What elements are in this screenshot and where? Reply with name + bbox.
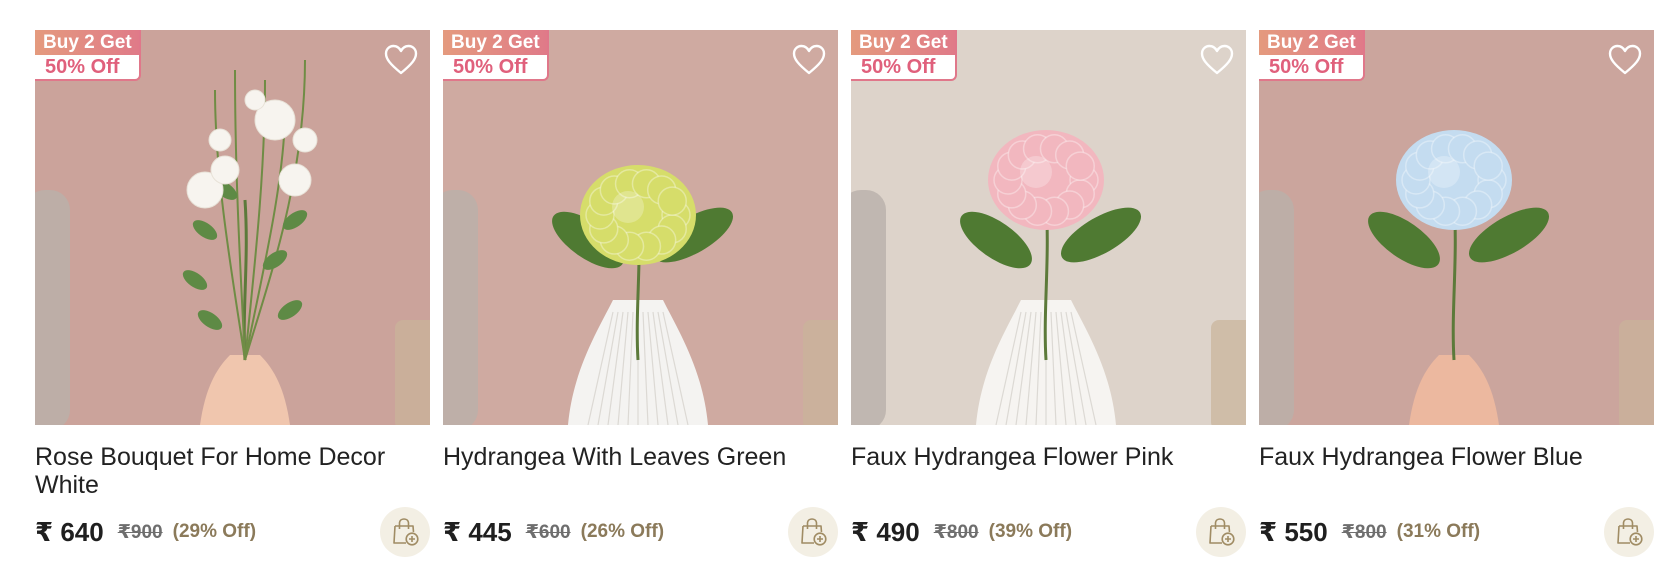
- add-to-cart-button[interactable]: [380, 507, 430, 557]
- product-image[interactable]: Buy 2 Get 50% Off: [35, 30, 430, 425]
- discount-percent: (26% Off): [580, 521, 665, 542]
- product-card[interactable]: Buy 2 Get 50% Off Faux Hydrangea Flower …: [851, 30, 1246, 557]
- product-photo: [443, 30, 838, 425]
- add-to-cart-button[interactable]: [788, 507, 838, 557]
- offer-badge-line1: Buy 2 Get: [35, 30, 139, 55]
- discount-percent: (29% Off): [172, 521, 257, 542]
- product-price: ₹ 490: [851, 516, 920, 547]
- heart-outline-icon[interactable]: [1200, 44, 1234, 76]
- heart-outline-icon[interactable]: [384, 44, 418, 76]
- product-price: ₹ 640: [35, 516, 104, 547]
- heart-outline-icon[interactable]: [792, 44, 826, 76]
- product-photo: [35, 30, 430, 425]
- discount-percent: (39% Off): [988, 521, 1073, 542]
- offer-badge-line1: Buy 2 Get: [1259, 30, 1363, 55]
- discount-percent: (31% Off): [1396, 521, 1481, 542]
- add-to-cart-button[interactable]: [1604, 507, 1654, 557]
- offer-badge-line2: 50% Off: [861, 56, 936, 78]
- original-price: ₹900: [117, 521, 163, 543]
- product-price: ₹ 550: [1259, 516, 1328, 547]
- product-photo: [1259, 30, 1654, 425]
- product-price: ₹ 445: [443, 516, 512, 547]
- product-photo: [851, 30, 1246, 425]
- shopping-bag-plus-icon: [1617, 518, 1643, 546]
- product-card[interactable]: Buy 2 Get 50% Off Faux Hydrangea Flower …: [1259, 30, 1654, 557]
- offer-badge-line1: Buy 2 Get: [851, 30, 955, 55]
- offer-badge-line2: 50% Off: [45, 56, 120, 78]
- price-row: ₹ 550 ₹800 (31% Off): [1259, 507, 1654, 557]
- shopping-bag-plus-icon: [393, 518, 419, 546]
- price-row: ₹ 640 ₹900 (29% Off): [35, 507, 430, 557]
- price-row: ₹ 490 ₹800 (39% Off): [851, 507, 1246, 557]
- offer-badge-line2: 50% Off: [453, 56, 528, 78]
- product-image[interactable]: Buy 2 Get 50% Off: [851, 30, 1246, 425]
- offer-badge-line1: Buy 2 Get: [443, 30, 547, 55]
- original-price: ₹800: [933, 521, 979, 543]
- product-card[interactable]: Buy 2 Get 50% Off Hydrangea With Leaves …: [443, 30, 838, 557]
- add-to-cart-button[interactable]: [1196, 507, 1246, 557]
- product-title[interactable]: Hydrangea With Leaves Green: [443, 443, 838, 499]
- product-card[interactable]: Buy 2 Get 50% Off Rose Bouquet For Home …: [35, 30, 430, 557]
- offer-badge-line2: 50% Off: [1269, 56, 1344, 78]
- offer-badge: Buy 2 Get 50% Off: [443, 30, 549, 81]
- offer-badge: Buy 2 Get 50% Off: [851, 30, 957, 81]
- heart-outline-icon[interactable]: [1608, 44, 1642, 76]
- original-price: ₹800: [1341, 521, 1387, 543]
- product-image[interactable]: Buy 2 Get 50% Off: [1259, 30, 1654, 425]
- product-title[interactable]: Rose Bouquet For Home Decor White: [35, 443, 430, 499]
- product-grid: Buy 2 Get 50% Off Rose Bouquet For Home …: [35, 30, 1654, 557]
- price-row: ₹ 445 ₹600 (26% Off): [443, 507, 838, 557]
- offer-badge: Buy 2 Get 50% Off: [35, 30, 141, 81]
- product-title[interactable]: Faux Hydrangea Flower Blue: [1259, 443, 1654, 499]
- offer-badge: Buy 2 Get 50% Off: [1259, 30, 1365, 81]
- product-title[interactable]: Faux Hydrangea Flower Pink: [851, 443, 1246, 499]
- shopping-bag-plus-icon: [801, 518, 827, 546]
- original-price: ₹600: [525, 521, 571, 543]
- product-image[interactable]: Buy 2 Get 50% Off: [443, 30, 838, 425]
- shopping-bag-plus-icon: [1209, 518, 1235, 546]
